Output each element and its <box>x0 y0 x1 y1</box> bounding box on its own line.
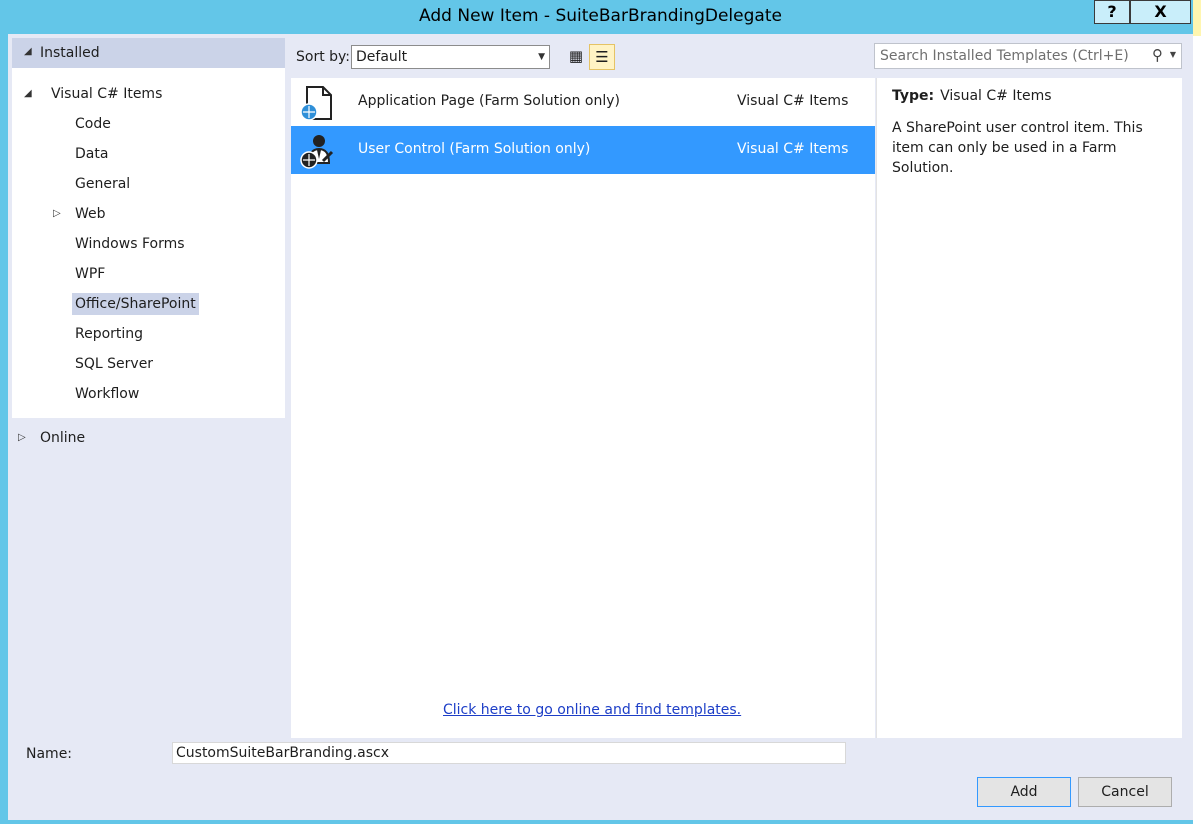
tree-installed-body: ◢ Visual C# Items Code Data General ▷ We… <box>12 68 285 418</box>
sort-label: Sort by: <box>296 49 351 65</box>
tree-item-windows-forms[interactable]: Windows Forms <box>75 233 185 255</box>
type-value: Visual C# Items <box>940 88 1052 104</box>
template-list: Application Page (Farm Solution only) Vi… <box>291 78 875 738</box>
tree-item-installed[interactable]: Installed <box>40 42 100 64</box>
tree-item-reporting[interactable]: Reporting <box>75 323 143 345</box>
tree-item-online[interactable]: Online <box>40 427 85 449</box>
tree-item-code[interactable]: Code <box>75 113 111 135</box>
template-category: Visual C# Items <box>737 141 849 157</box>
chevron-down-icon: ▼ <box>538 52 545 62</box>
template-info-panel: Type: Visual C# Items A SharePoint user c… <box>876 78 1182 738</box>
cancel-button[interactable]: Cancel <box>1078 777 1172 807</box>
tree-item-office-sharepoint[interactable]: Office/SharePoint <box>72 293 199 315</box>
template-name: User Control (Farm Solution only) <box>358 141 591 157</box>
window-title: Add New Item - SuiteBarBrandingDelegate <box>419 6 782 26</box>
grid-view-icon[interactable]: ▦ <box>563 44 589 70</box>
search-placeholder: Search Installed Templates (Ctrl+E) <box>880 48 1129 64</box>
template-item-user-control[interactable]: User Control (Farm Solution only) Visual… <box>291 126 875 174</box>
close-button[interactable]: X <box>1130 0 1191 24</box>
template-name: Application Page (Farm Solution only) <box>358 93 620 109</box>
tree-installed-header[interactable]: ◢ Installed <box>12 38 285 68</box>
tree-item-web[interactable]: Web <box>75 203 106 225</box>
template-description: A SharePoint user control item. This ite… <box>892 120 1143 176</box>
add-button[interactable]: Add <box>977 777 1071 807</box>
collapse-arrow-icon[interactable]: ◢ <box>24 46 32 57</box>
expand-arrow-icon[interactable]: ▷ <box>53 208 61 219</box>
sort-dropdown[interactable]: Default ▼ <box>351 45 550 69</box>
template-category: Visual C# Items <box>737 93 849 109</box>
background-window-strip <box>1193 0 1201 824</box>
add-new-item-dialog: ◢ Installed ◢ Visual C# Items Code Data … <box>8 34 1193 820</box>
template-item-application-page[interactable]: Application Page (Farm Solution only) Vi… <box>291 78 875 126</box>
template-tree: ◢ Installed ◢ Visual C# Items Code Data … <box>12 38 285 734</box>
tree-item-visual-csharp[interactable]: Visual C# Items <box>51 83 162 105</box>
title-bar: Add New Item - SuiteBarBrandingDelegate … <box>0 0 1201 34</box>
tree-item-data[interactable]: Data <box>75 143 108 165</box>
search-input[interactable]: Search Installed Templates (Ctrl+E) ⚲ ▼ <box>874 43 1182 69</box>
expand-arrow-icon[interactable]: ▷ <box>18 432 26 443</box>
tree-item-general[interactable]: General <box>75 173 130 195</box>
collapse-arrow-icon[interactable]: ◢ <box>24 88 32 99</box>
application-page-icon <box>300 86 332 121</box>
tree-item-wpf[interactable]: WPF <box>75 263 105 285</box>
search-icon[interactable]: ⚲ <box>1152 46 1163 64</box>
help-button[interactable]: ? <box>1094 0 1130 24</box>
chevron-down-icon[interactable]: ▼ <box>1170 50 1176 59</box>
type-label: Type: <box>892 88 935 104</box>
tree-item-sql-server[interactable]: SQL Server <box>75 353 153 375</box>
sort-toolbar: Sort by: Default ▼ ▦ ☰ <box>291 38 876 76</box>
list-view-icon[interactable]: ☰ <box>589 44 615 70</box>
background-window-highlight <box>1193 0 1201 36</box>
sort-value: Default <box>356 49 408 65</box>
name-label: Name: <box>26 746 73 762</box>
tree-item-workflow[interactable]: Workflow <box>75 383 139 405</box>
template-type: Type: Visual C# Items <box>892 88 1052 104</box>
user-control-icon <box>300 135 334 169</box>
name-field[interactable]: CustomSuiteBarBranding.ascx <box>172 742 846 764</box>
find-online-templates-link[interactable]: Click here to go online and find templat… <box>443 702 741 718</box>
